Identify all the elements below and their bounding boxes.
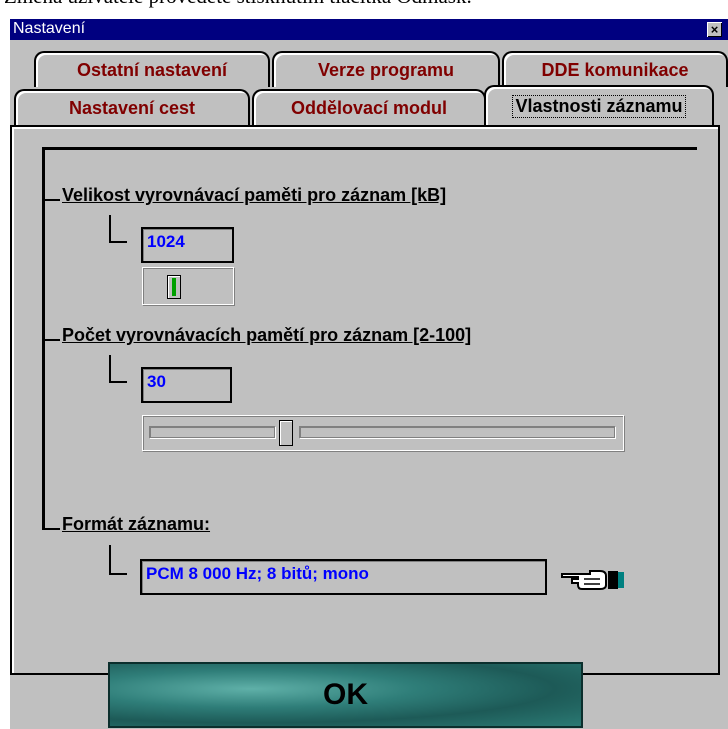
tab-label: Verze programu (317, 59, 455, 80)
tab-dde-komunikace[interactable]: DDE komunikace (502, 51, 728, 87)
tab-label: Vlastnosti záznamu (512, 94, 686, 118)
buffer-size-slider[interactable] (142, 267, 234, 305)
slider-track-left (149, 426, 275, 438)
tab-verze-programu[interactable]: Verze programu (272, 51, 500, 87)
ok-label: OK (323, 678, 368, 711)
title-bar: Nastavení × (10, 19, 728, 40)
slider-thumb-grip (172, 278, 176, 296)
slider-thumb[interactable] (167, 275, 181, 299)
close-button[interactable]: × (707, 22, 722, 37)
buffer-count-slider[interactable] (142, 415, 624, 451)
ok-button[interactable]: OK (108, 662, 583, 728)
buffer-count-label: Počet vyrovnávacích pamětí pro záznam [2… (62, 325, 472, 345)
tab-label: Nastavení cest (68, 97, 196, 118)
buffer-size-label: Velikost vyrovnávací paměti pro záznam [… (62, 185, 447, 205)
slider-thumb[interactable] (279, 420, 293, 446)
tree-line (42, 199, 60, 201)
slider-track-right (299, 426, 615, 438)
tree-line (109, 545, 111, 575)
format-field: PCM 8 000 Hz; 8 bitů; mono (140, 559, 547, 595)
pointing-hand-icon[interactable] (560, 565, 630, 591)
tree-line (42, 528, 60, 530)
buffer-size-input[interactable]: 1024 (141, 227, 234, 263)
tab-label: DDE komunikace (541, 59, 689, 80)
format-label: Formát záznamu: (62, 514, 211, 534)
tree-line (42, 339, 60, 341)
tree-line (42, 147, 45, 529)
window-title: Nastavení (13, 20, 86, 37)
tree-line (109, 381, 127, 383)
document-text: Změna uživatele provedete stisknutím tla… (4, 0, 472, 9)
tree-line (109, 215, 111, 243)
tree-line (109, 241, 127, 243)
tab-panel: Velikost vyrovnávací paměti pro záznam [… (10, 125, 720, 675)
tab-vlastnosti-zaznamu[interactable]: Vlastnosti záznamu (484, 85, 714, 125)
tab-ostatni-nastaveni[interactable]: Ostatní nastavení (34, 51, 270, 87)
tree-line (42, 147, 697, 150)
tree-line (109, 573, 127, 575)
tab-label: Oddělovací modul (290, 97, 448, 118)
tab-nastaveni-cest[interactable]: Nastavení cest (14, 89, 250, 125)
tab-label: Ostatní nastavení (76, 59, 228, 80)
tree-line (109, 355, 111, 383)
tab-oddelovaci-modul[interactable]: Oddělovací modul (252, 89, 486, 125)
settings-dialog: Nastavení × Ostatní nastavení Verze prog… (10, 19, 728, 729)
buffer-count-input[interactable]: 30 (141, 367, 232, 403)
